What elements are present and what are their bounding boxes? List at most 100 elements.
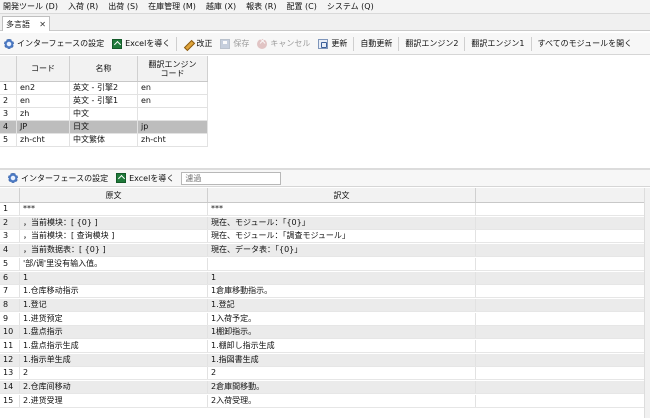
menu-item[interactable]: システム (Q) bbox=[322, 0, 379, 14]
cell-empty bbox=[476, 272, 645, 284]
edit-button[interactable]: 改正 bbox=[179, 35, 216, 53]
cell-num: 2 bbox=[0, 216, 20, 229]
menu-item[interactable]: 開発ツール (D) bbox=[0, 0, 63, 14]
translation-row[interactable]: 8 1.登记 1.登記 bbox=[0, 298, 645, 312]
cell-num: 15 bbox=[0, 394, 20, 407]
translation-row[interactable]: 14 2.仓库间移动 2倉庫間移動。 bbox=[0, 381, 645, 395]
tab-label: 多言語 bbox=[6, 19, 30, 29]
bottom-toolbar: インターフェースの設定 Excelを導く bbox=[0, 170, 650, 187]
language-row[interactable]: 1 en2 英文 - 引擎2 en bbox=[0, 82, 208, 95]
cell-num: 9 bbox=[0, 312, 20, 325]
toolbar-divider bbox=[530, 36, 532, 51]
save-button[interactable]: 保存 bbox=[216, 35, 253, 53]
engine2-button[interactable]: 翻訳エンジン2 bbox=[401, 35, 462, 53]
cell-num: 13 bbox=[0, 367, 20, 380]
language-row[interactable]: 3 zh 中文 bbox=[0, 108, 208, 121]
cell-translation bbox=[208, 257, 476, 270]
cancel-label: キャンセル bbox=[270, 39, 311, 48]
menu-item[interactable]: 配置 (C) bbox=[281, 0, 321, 14]
cell-translation: 1 bbox=[208, 271, 476, 284]
cell-source: 1.指示单生成 bbox=[20, 353, 208, 366]
menu-item[interactable]: 報表 (R) bbox=[241, 0, 281, 14]
vertical-scrollbar[interactable] bbox=[644, 188, 650, 418]
filter-input[interactable] bbox=[181, 171, 282, 185]
cell-empty bbox=[476, 244, 645, 256]
column-header-name[interactable]: 名称 bbox=[70, 56, 138, 81]
close-icon[interactable]: ✕ bbox=[39, 20, 46, 29]
cell-num: 4 bbox=[0, 121, 17, 133]
cell-engine bbox=[138, 108, 208, 120]
cell-translation: 現在、データ表：「{0}」 bbox=[208, 244, 476, 257]
column-header-code[interactable]: コード bbox=[17, 56, 70, 81]
menu-item[interactable]: 出荷 (S) bbox=[103, 0, 143, 14]
tab-multilanguage[interactable]: 多言語 ✕ bbox=[2, 16, 50, 31]
translation-row[interactable]: 12 1.指示单生成 1.指図書生成 bbox=[0, 353, 645, 367]
open-all-modules-button[interactable]: すべてのモジュールを開く bbox=[534, 35, 637, 53]
interface-settings-button-2[interactable]: インターフェースの設定 bbox=[0, 169, 112, 187]
menu-item[interactable]: 在庫管理 (M) bbox=[143, 0, 201, 14]
engine1-button[interactable]: 翻訳エンジン1 bbox=[467, 35, 528, 53]
cell-num: 4 bbox=[0, 244, 20, 257]
tab-strip: 多言語 ✕ bbox=[0, 14, 650, 31]
cell-code: zh-cht bbox=[17, 134, 70, 146]
cell-name: 中文 bbox=[70, 108, 138, 120]
cell-source: ，当前数据表：[ {0} ] bbox=[20, 244, 208, 257]
cell-empty bbox=[476, 367, 645, 379]
interface-settings-button[interactable]: インターフェースの設定 bbox=[0, 35, 108, 53]
cell-code: JP bbox=[17, 121, 70, 133]
translation-row[interactable]: 611 bbox=[0, 271, 645, 285]
cell-source: 1.仓库移动指示 bbox=[20, 285, 208, 298]
translation-row[interactable]: 13 2 2 bbox=[0, 367, 645, 381]
translation-grid-header: 原文 訳文 bbox=[0, 188, 645, 203]
cell-translation: 1.棚卸し指示生成 bbox=[208, 340, 476, 352]
cell-num: 7 bbox=[0, 285, 20, 298]
translation-row[interactable]: 11 1.盘点指示生成 1.棚卸し指示生成 bbox=[0, 340, 645, 353]
cell-source: 1.登记 bbox=[20, 298, 208, 311]
auto-update-label: 自動更新 bbox=[360, 39, 393, 48]
cell-source: *** bbox=[20, 203, 208, 215]
cell-source: ，当前模块：[ {0} ] bbox=[20, 216, 208, 229]
menu-item[interactable]: 入荷 (R) bbox=[63, 0, 103, 14]
cell-source: 2.进货受理 bbox=[20, 394, 208, 407]
cell-translation: 現在、モジュール：「調査モジュール」 bbox=[208, 230, 476, 243]
column-header-engine-code[interactable]: 翻訳エンジン コード bbox=[138, 56, 208, 81]
cell-source: '部/调'里没有输入值。 bbox=[20, 257, 208, 270]
language-row[interactable]: 4 JP 日文 jp bbox=[0, 121, 208, 134]
cell-source: 1 bbox=[20, 271, 208, 284]
refresh-button[interactable]: 更新 bbox=[314, 35, 351, 53]
column-header-translation[interactable]: 訳文 bbox=[208, 188, 476, 202]
auto-update-button[interactable]: 自動更新 bbox=[356, 35, 396, 53]
export-excel-button-2[interactable]: Excelを導く bbox=[112, 169, 178, 187]
cell-empty bbox=[476, 326, 645, 338]
cell-engine: zh-cht bbox=[138, 134, 208, 146]
export-excel-button[interactable]: Excelを導く bbox=[108, 35, 174, 53]
translation-row[interactable]: 10 1.盘点指示 1棚卸指示。 bbox=[0, 326, 645, 340]
cell-translation: 2倉庫間移動。 bbox=[208, 381, 476, 394]
translation-row[interactable]: 9 1.进货预定 1入荷予定。 bbox=[0, 312, 645, 326]
menu-item[interactable]: 越庫 (X) bbox=[201, 0, 241, 14]
translation-row[interactable]: 7 1.仓库移动指示 1倉庫移動指示。 bbox=[0, 285, 645, 299]
column-header-source[interactable]: 原文 bbox=[20, 188, 208, 202]
top-toolbar: インターフェースの設定 Excelを導く 改正 保存 キャンセル 更新 自動更新… bbox=[0, 33, 650, 55]
cell-engine: en bbox=[138, 82, 208, 94]
cell-translation: 2入荷受理。 bbox=[208, 394, 476, 407]
cell-num: 1 bbox=[0, 203, 20, 215]
cell-num: 2 bbox=[0, 95, 17, 107]
edit-label: 改正 bbox=[196, 39, 213, 48]
language-row[interactable]: 2 en 英文 - 引擎1 en bbox=[0, 95, 208, 108]
cell-empty bbox=[476, 299, 645, 311]
cancel-button[interactable]: キャンセル bbox=[253, 35, 314, 53]
translation-row[interactable]: 2 ，当前模块：[ {0} ] 現在、モジュール：「{0}」 bbox=[0, 216, 645, 230]
engine2-label: 翻訳エンジン2 bbox=[405, 39, 459, 48]
translation-row[interactable]: 3 ，当前模块：[ 查询模块 ] 現在、モジュール：「調査モジュール」 bbox=[0, 230, 645, 244]
translation-row[interactable]: 1 *** *** bbox=[0, 203, 645, 216]
cell-empty bbox=[476, 285, 645, 297]
language-row[interactable]: 5 zh-cht 中文繁体 zh-cht bbox=[0, 134, 208, 147]
cell-num: 14 bbox=[0, 381, 20, 394]
cell-translation: 1棚卸指示。 bbox=[208, 326, 476, 339]
row-number-header bbox=[0, 188, 20, 202]
translation-row[interactable]: 4 ，当前数据表：[ {0} ] 現在、データ表：「{0}」 bbox=[0, 244, 645, 258]
translation-row[interactable]: 5 '部/调'里没有输入值。 bbox=[0, 257, 645, 271]
menu-bar: 開発ツール (D) 入荷 (R) 出荷 (S) 在庫管理 (M) 越庫 (X) 報表 (R… bbox=[0, 0, 650, 14]
translation-row[interactable]: 15 2.进货受理 2入荷受理。 bbox=[0, 394, 645, 408]
